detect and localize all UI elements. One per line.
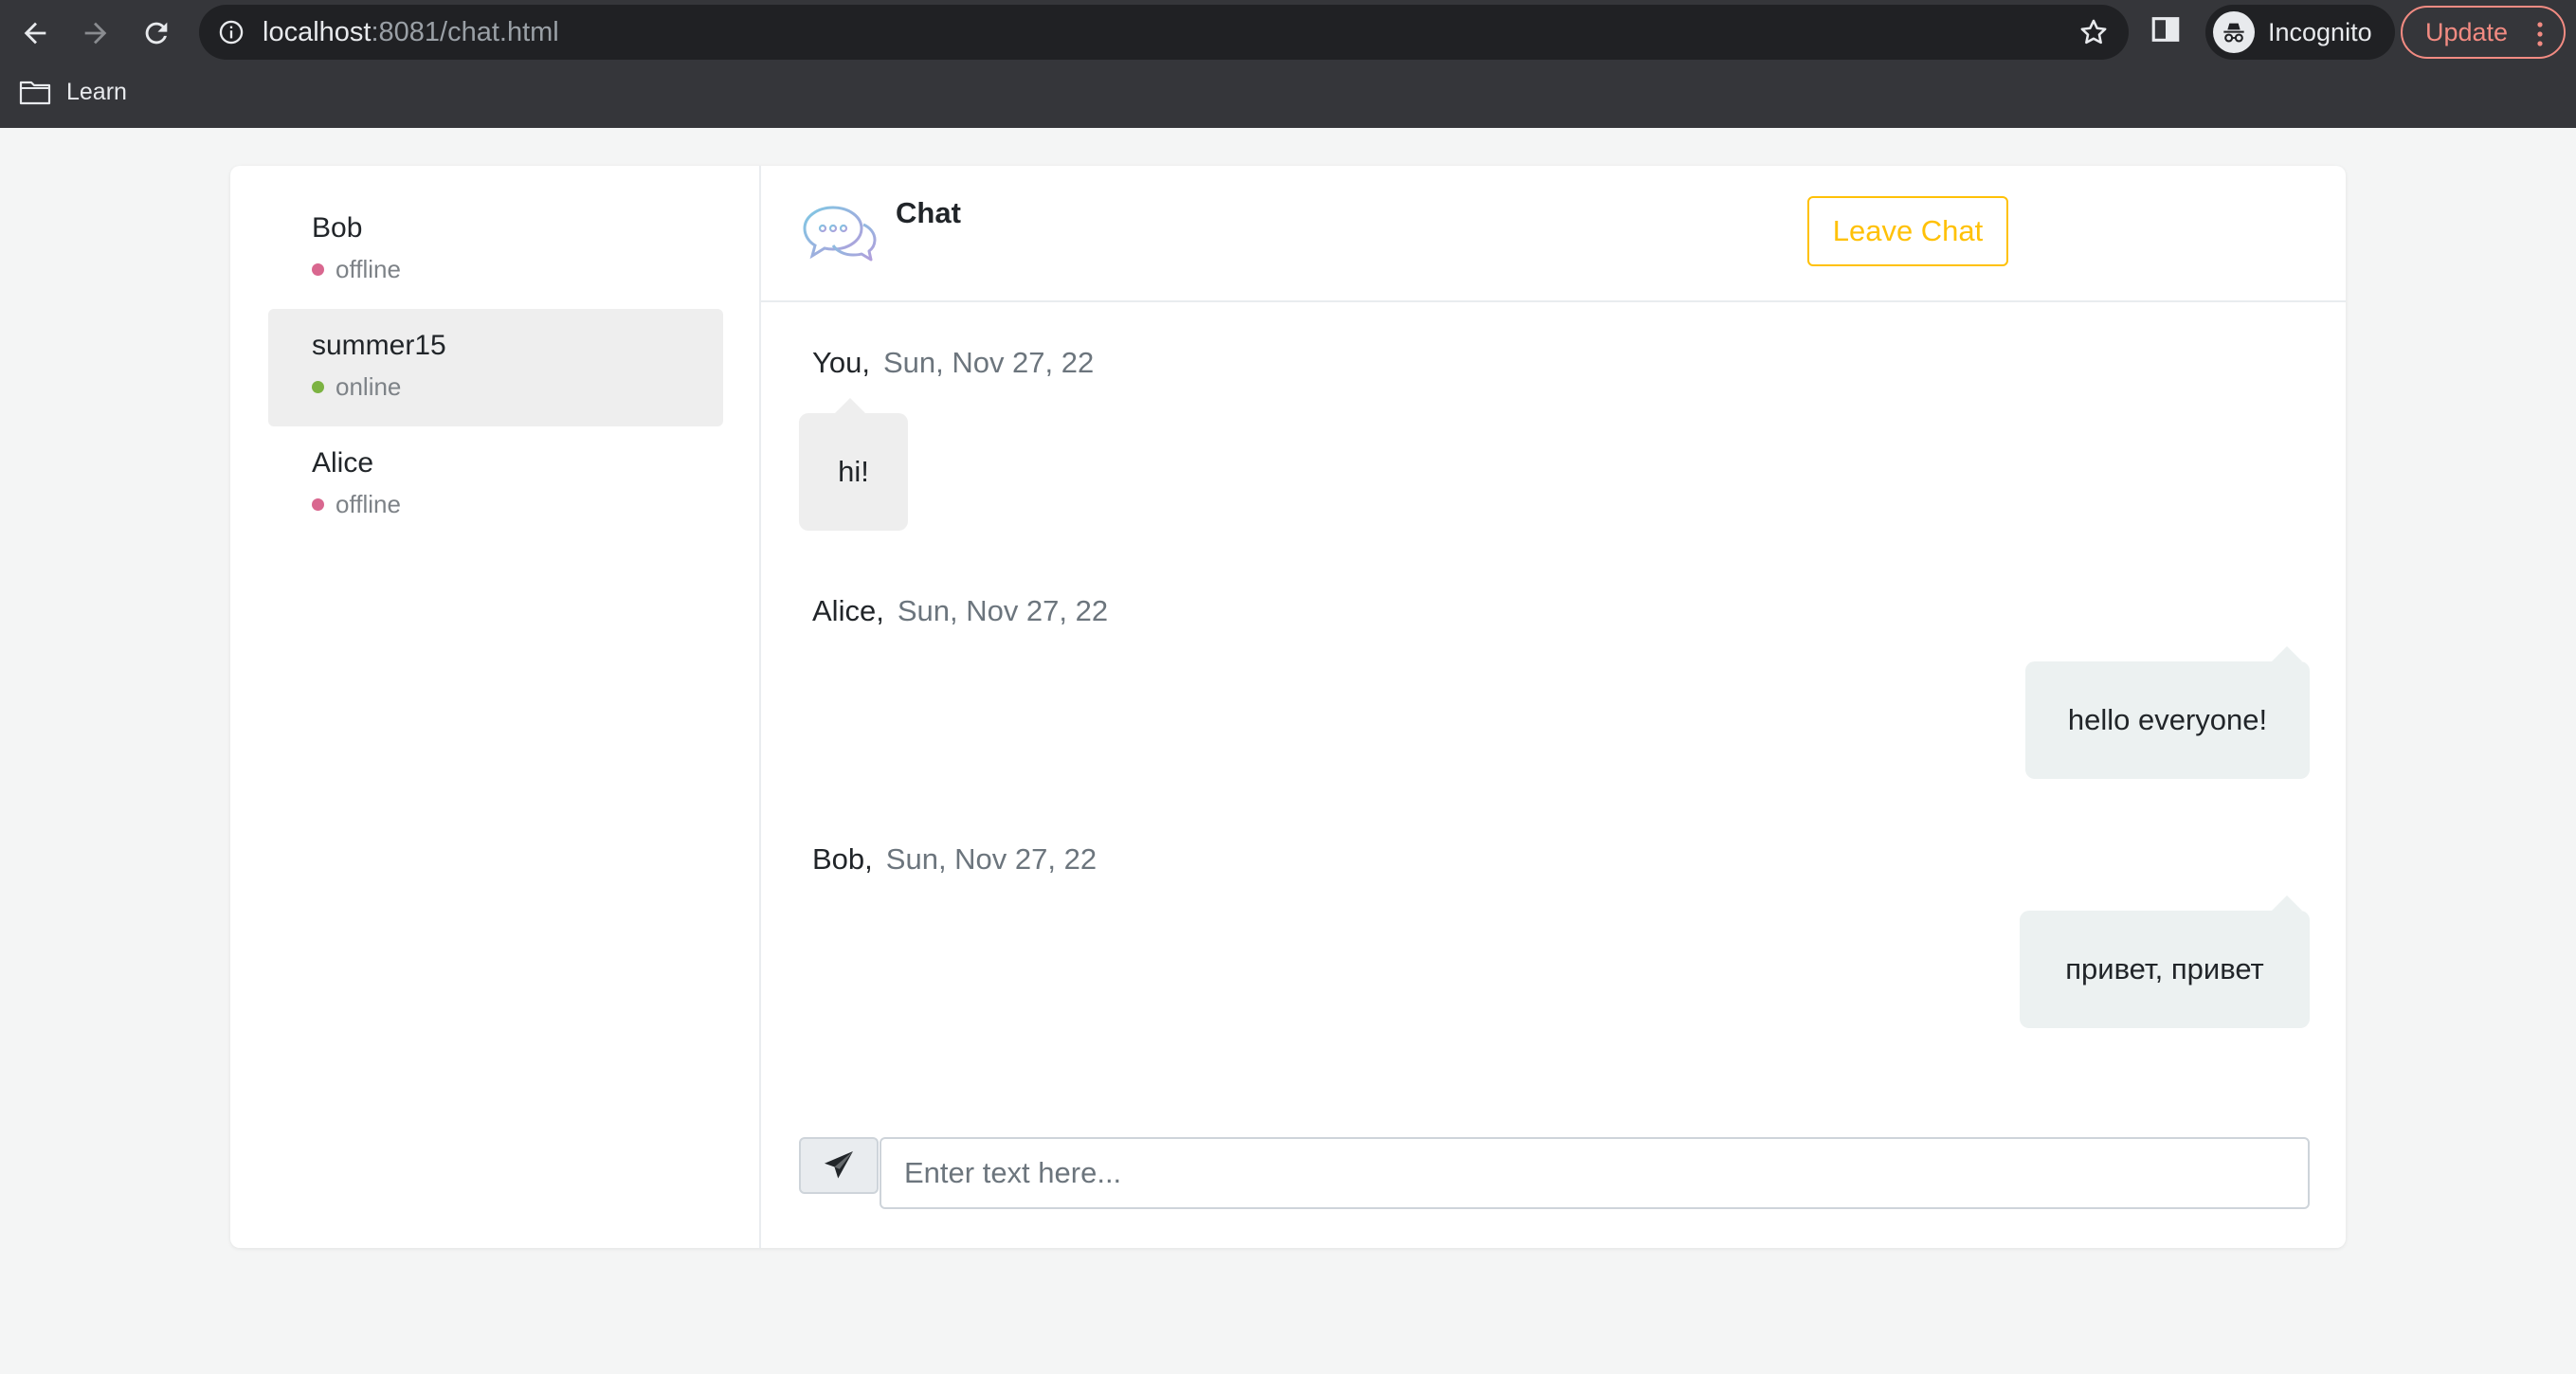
status-dot-icon	[312, 497, 324, 511]
incognito-icon	[2223, 23, 2244, 43]
side-panel-icon[interactable]	[2150, 13, 2182, 45]
forward-button[interactable]	[74, 11, 118, 55]
message-bubble: hello everyone!	[2025, 646, 2310, 779]
url-path: :8081/chat.html	[371, 17, 559, 47]
message-time: Sun, Nov 27, 22	[882, 346, 1095, 379]
bookmark-learn[interactable]: Learn	[19, 76, 127, 108]
user-status: offline	[312, 255, 401, 283]
message-time: Sun, Nov 27, 22	[897, 594, 1109, 627]
message-composer	[799, 1137, 2310, 1209]
back-button[interactable]	[13, 11, 57, 55]
status-text: offline	[336, 254, 401, 283]
folder-icon	[19, 81, 51, 105]
status-text: offline	[336, 489, 401, 518]
browser-chrome: localhost:8081/chat.html Incognito Updat…	[0, 0, 2576, 128]
chat-panel: Chat Leave Chat You, Sun, Nov 27, 22 hi! …	[761, 166, 2346, 1248]
chat-bubbles-icon	[803, 206, 877, 262]
star-icon[interactable]	[2077, 16, 2110, 48]
update-label: Update	[2425, 17, 2509, 46]
incognito-label: Incognito	[2268, 17, 2372, 46]
reload-icon	[145, 22, 168, 45]
arrow-right-icon	[84, 22, 107, 45]
message-input[interactable]	[880, 1137, 2310, 1209]
address-bar[interactable]: localhost:8081/chat.html	[199, 5, 2129, 60]
message-meta: You, Sun, Nov 27, 22	[812, 346, 1094, 380]
bookmark-label: Learn	[66, 78, 127, 105]
chat-title: Chat	[896, 196, 961, 229]
message-bubble: hi!	[799, 398, 908, 531]
url-host: localhost	[263, 17, 372, 47]
chat-header: Chat Leave Chat	[761, 166, 2346, 302]
user-item-bob[interactable]: Bob offline	[268, 191, 723, 309]
send-button[interactable]	[799, 1137, 879, 1194]
status-dot-icon	[312, 380, 324, 393]
user-item-alice[interactable]: Alice offline	[268, 426, 723, 544]
message-author: Alice,	[812, 594, 884, 627]
reload-button[interactable]	[135, 11, 178, 55]
user-name: summer15	[312, 330, 446, 361]
chat-app-card: Bob offline summer15 online Alice offlin…	[230, 166, 2346, 1248]
message-meta: Alice, Sun, Nov 27, 22	[812, 594, 1108, 628]
message-meta: Bob, Sun, Nov 27, 22	[812, 842, 1097, 877]
update-button[interactable]: Update	[2401, 6, 2566, 59]
message-author: Bob,	[812, 842, 873, 876]
user-name: Alice	[312, 447, 374, 479]
arrow-left-icon	[24, 22, 46, 45]
user-status: offline	[312, 490, 401, 518]
user-name: Bob	[312, 212, 363, 244]
url-text: localhost:8081/chat.html	[263, 5, 559, 60]
message-author: You,	[812, 346, 870, 379]
message-time: Sun, Nov 27, 22	[885, 842, 1098, 876]
paper-plane-icon	[825, 1151, 853, 1179]
message-bubble: привет, привет	[2020, 895, 2310, 1028]
info-icon[interactable]	[218, 19, 245, 45]
incognito-profile[interactable]: Incognito	[2205, 5, 2395, 60]
leave-chat-button[interactable]: Leave Chat	[1807, 196, 2008, 266]
user-item-summer15[interactable]: summer15 online	[268, 309, 723, 426]
incognito-avatar	[2213, 11, 2255, 53]
message-text: hello everyone!	[2067, 703, 2268, 736]
user-list: Bob offline summer15 online Alice offlin…	[230, 166, 761, 1248]
more-vert-icon[interactable]	[2537, 21, 2543, 47]
message-text: привет, привет	[2065, 952, 2264, 985]
user-status: online	[312, 372, 401, 401]
message-text: hi!	[838, 455, 869, 488]
status-dot-icon	[312, 262, 324, 276]
status-text: online	[336, 371, 402, 401]
